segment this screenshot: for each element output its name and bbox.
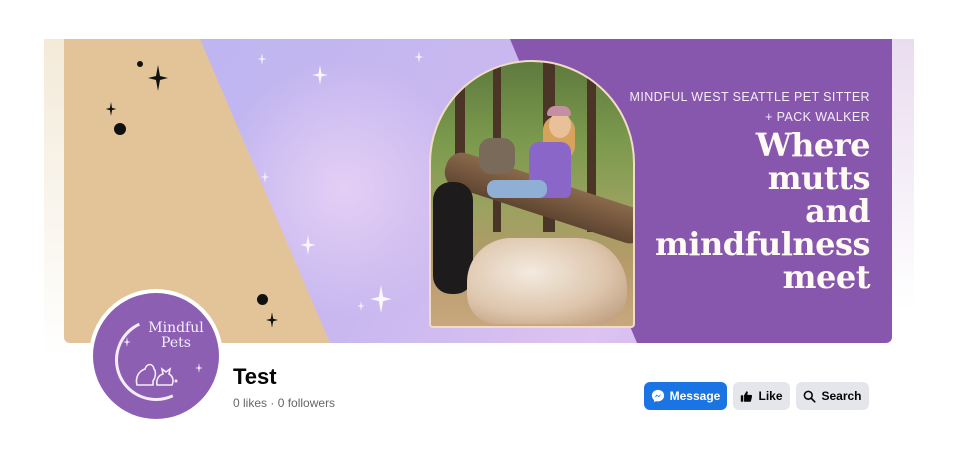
white-sparkle-icon <box>312 65 328 85</box>
white-sparkle-icon <box>195 363 203 373</box>
decor-dot <box>114 123 126 135</box>
avatar-logo-text: Mindful Pets <box>141 321 211 351</box>
black-sparkle-icon <box>266 312 278 328</box>
white-sparkle-icon <box>357 301 365 311</box>
left-edge-fade <box>44 39 66 439</box>
decor-dot <box>257 294 268 305</box>
tagline-line: mutts <box>767 159 871 197</box>
black-sparkle-icon <box>148 65 168 91</box>
white-sparkle-icon <box>123 337 131 347</box>
tagline-line: mindfulness <box>655 225 871 263</box>
right-edge-fade <box>890 39 914 309</box>
page-stats: 0 likes · 0 followers <box>233 396 335 410</box>
cover-tagline-small: MINDFUL WEST SEATTLE PET SITTER + PACK W… <box>629 90 870 124</box>
white-sparkle-icon <box>414 51 424 63</box>
thumbs-up-icon <box>741 390 753 402</box>
photo-person-cap <box>547 106 571 116</box>
search-button[interactable]: Search <box>796 382 869 410</box>
white-sparkle-icon <box>370 285 392 313</box>
profile-picture[interactable]: Mindful Pets <box>89 289 223 423</box>
page-title: Test <box>233 364 277 389</box>
white-sparkle-icon <box>257 53 267 65</box>
search-icon <box>804 390 817 403</box>
messenger-icon <box>651 389 664 403</box>
photo-fluffy-dog <box>467 238 627 324</box>
message-button-label: Message <box>669 389 721 403</box>
like-button-label: Like <box>758 389 783 403</box>
white-sparkle-icon <box>260 171 270 183</box>
pets-outline-icon <box>135 363 178 386</box>
decor-dot <box>137 61 143 67</box>
tagline-line: and <box>805 192 870 230</box>
avatar: Mindful Pets <box>93 293 219 419</box>
photo-small-dog <box>479 138 515 174</box>
avatar-logo-line: Pets <box>161 335 191 351</box>
likes-count[interactable]: 0 likes <box>233 396 267 410</box>
like-button[interactable]: Like <box>733 382 790 410</box>
tagline-line: meet <box>782 258 871 296</box>
followers-count[interactable]: 0 followers <box>278 396 335 410</box>
black-sparkle-icon <box>105 102 117 116</box>
search-button-label: Search <box>821 389 862 403</box>
stats-separator: · <box>270 396 275 410</box>
cover-tagline-big: Where mutts and mindfulness meet <box>624 126 871 296</box>
photo-person-legs <box>487 180 547 198</box>
cover-arch-photo <box>429 60 635 328</box>
tagline-line: Where <box>755 126 871 164</box>
white-sparkle-icon <box>300 235 316 255</box>
avatar-logo-line: Mindful <box>148 320 204 336</box>
message-button[interactable]: Message <box>644 382 727 410</box>
